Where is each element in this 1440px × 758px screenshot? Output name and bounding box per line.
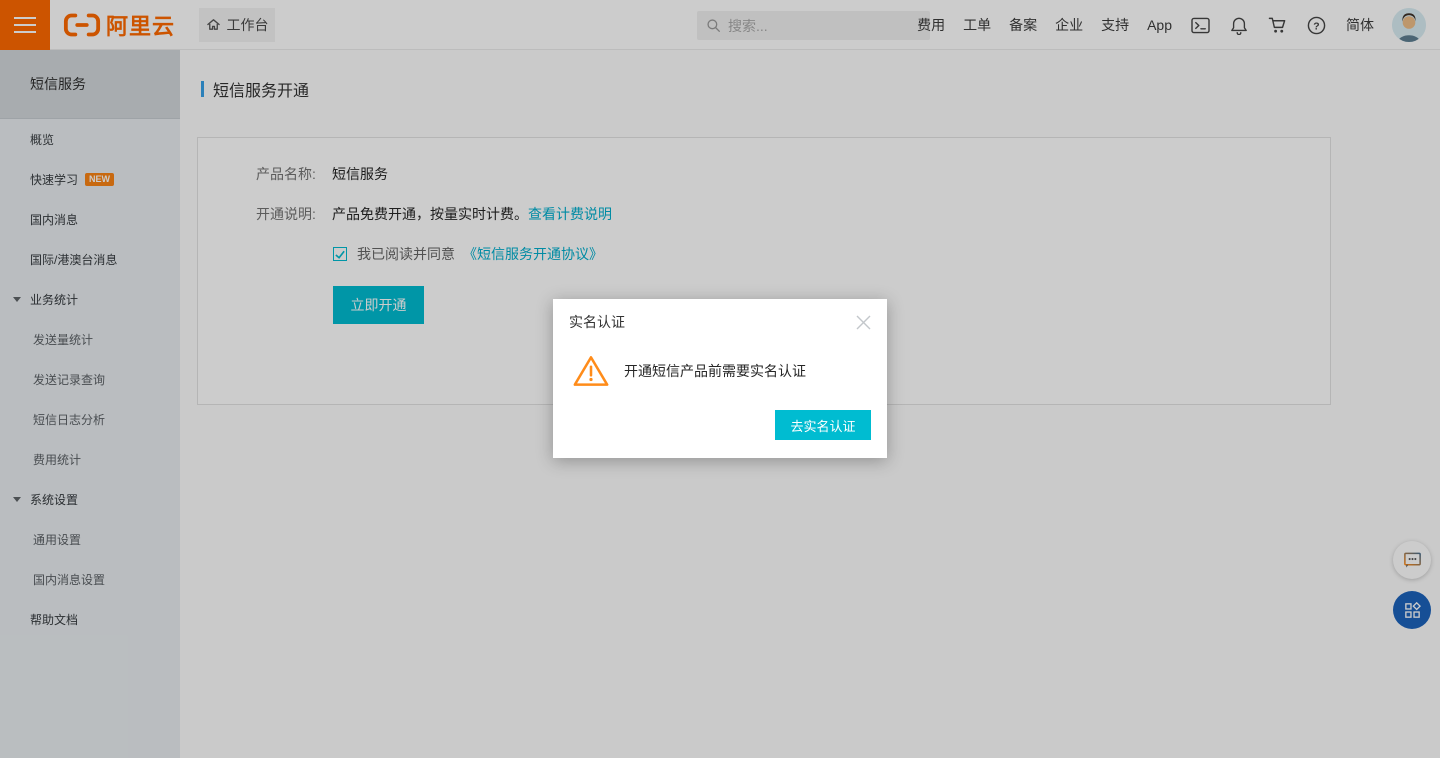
real-name-verification-modal: 实名认证 开通短信产品前需要实名认证 去实名认证 <box>553 299 887 458</box>
modal-body: 开通短信产品前需要实名认证 <box>553 332 887 388</box>
modal-title: 实名认证 <box>553 299 887 332</box>
go-verify-button[interactable]: 去实名认证 <box>775 410 871 440</box>
app-window: 阿里云 工作台 费用工单备案企业支持App <box>0 0 1440 758</box>
modal-message: 开通短信产品前需要实名认证 <box>624 361 806 381</box>
close-icon[interactable] <box>855 314 872 331</box>
warning-icon <box>572 354 610 388</box>
